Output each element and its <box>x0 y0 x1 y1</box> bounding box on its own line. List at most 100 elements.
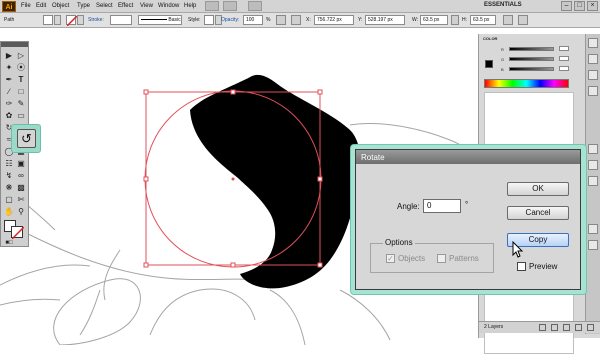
patterns-checkbox[interactable] <box>437 254 446 263</box>
align-button[interactable] <box>276 15 286 25</box>
workspace-switcher[interactable]: ESSENTIALS <box>484 2 522 8</box>
dock-brushes-icon[interactable] <box>588 70 598 80</box>
direct-selection-tool-icon[interactable]: ▷ <box>15 50 27 61</box>
lasso-tool-icon[interactable]: ⦿ <box>15 62 27 73</box>
constrain-proportions-icon[interactable] <box>451 15 459 25</box>
paintbrush-tool-icon[interactable]: ✑ <box>3 98 15 109</box>
new-layer-icon[interactable] <box>575 324 582 331</box>
screen-mode-button[interactable] <box>248 1 262 11</box>
magic-wand-tool-icon[interactable]: ✦ <box>3 62 15 73</box>
menu-edit[interactable]: Edit <box>36 2 46 10</box>
menu-window[interactable]: Window <box>158 2 179 10</box>
delete-layer-icon[interactable] <box>587 324 594 331</box>
pen-tool-icon[interactable]: ✒ <box>3 74 15 85</box>
pencil-tool-icon[interactable]: ✎ <box>15 98 27 109</box>
menu-effect[interactable]: Effect <box>118 2 133 10</box>
tools-panel-grip[interactable] <box>1 42 28 47</box>
line-tool-icon[interactable]: ∕ <box>3 86 15 97</box>
menu-object[interactable]: Object <box>52 2 69 10</box>
b-value-field[interactable] <box>559 66 569 71</box>
hand-tool-icon[interactable]: ✋ <box>3 206 15 217</box>
angle-unit: ° <box>465 200 469 209</box>
dock-swatches-icon[interactable] <box>588 54 598 64</box>
gradient-tool-icon[interactable]: ▣ <box>15 158 27 169</box>
x-field[interactable]: 756.722 px <box>314 15 354 25</box>
new-sublayer-icon[interactable] <box>563 324 570 331</box>
type-tool-icon[interactable]: T <box>15 74 27 85</box>
selection-type-label: Path <box>4 17 15 23</box>
dock-layers-icon[interactable] <box>588 240 598 250</box>
g-value-field[interactable] <box>559 56 569 61</box>
eraser-tool-icon[interactable]: ▭ <box>15 110 27 121</box>
dock-appearance-icon[interactable] <box>588 224 598 234</box>
column-graph-tool-icon[interactable]: ▩ <box>15 182 27 193</box>
opacity-label[interactable]: Opacity: <box>221 16 239 25</box>
y-field[interactable]: 528.197 px <box>365 15 405 25</box>
stroke-label[interactable]: Stroke: <box>88 16 104 25</box>
g-slider[interactable] <box>509 57 554 61</box>
dock-symbols-icon[interactable] <box>588 86 598 96</box>
dialog-titlebar[interactable]: Rotate <box>356 150 580 164</box>
brush-definition-field[interactable]: Basic <box>138 15 182 25</box>
mesh-tool-icon[interactable]: ☷ <box>3 158 15 169</box>
artboard-tool-icon[interactable]: ▢ <box>3 194 15 205</box>
color-panel-tab[interactable]: COLOR <box>483 36 497 41</box>
minimize-button[interactable]: – <box>561 1 572 11</box>
zoom-tool-icon[interactable]: ⚲ <box>15 206 27 217</box>
arrange-documents-button[interactable] <box>223 1 237 11</box>
isolate-button[interactable] <box>518 15 528 25</box>
color-spectrum[interactable] <box>484 79 569 88</box>
stroke-color-dropdown[interactable] <box>77 15 84 25</box>
blob-brush-tool-icon[interactable]: ✿ <box>3 110 15 121</box>
w-field[interactable]: 63.5 px <box>420 15 448 25</box>
bridge-button[interactable] <box>205 1 219 11</box>
eyedropper-tool-icon[interactable]: ↯ <box>3 170 15 181</box>
dock-color-icon[interactable] <box>588 38 598 48</box>
dialog-title: Rotate <box>361 153 385 162</box>
blend-tool-icon[interactable]: ∞ <box>15 170 27 181</box>
close-button[interactable]: × <box>587 1 598 11</box>
none-swatch-icon <box>66 15 78 27</box>
menu-file[interactable]: File <box>21 2 31 10</box>
angle-input[interactable]: 0 <box>423 199 461 213</box>
selection-tool-icon[interactable]: ▶ <box>3 50 15 61</box>
graphic-style-swatch[interactable] <box>204 15 214 25</box>
rectangle-tool-icon[interactable]: □ <box>15 86 27 97</box>
current-color-swatch[interactable] <box>485 60 493 68</box>
transform-button[interactable] <box>503 15 513 25</box>
drawing-mode-icon[interactable]: ■□ <box>3 238 15 249</box>
w-label: W: <box>412 17 419 23</box>
dock-stroke-icon[interactable] <box>588 144 598 154</box>
h-field[interactable]: 63.5 px <box>470 15 496 25</box>
reference-point-icon[interactable] <box>291 15 301 25</box>
menu-select[interactable]: Select <box>96 2 113 10</box>
menu-view[interactable]: View <box>140 2 153 10</box>
menu-type[interactable]: Type <box>77 2 90 10</box>
stroke-weight-field[interactable] <box>110 15 132 25</box>
r-value-field[interactable] <box>559 46 569 51</box>
make-clipping-mask-icon[interactable] <box>551 324 558 331</box>
preview-checkbox[interactable] <box>517 262 526 271</box>
style-label: Style: <box>188 17 201 23</box>
slice-tool-icon[interactable]: ✄ <box>15 194 27 205</box>
r-slider[interactable] <box>509 47 554 51</box>
fill-dropdown[interactable] <box>54 15 61 25</box>
dock-gradient-icon[interactable] <box>588 160 598 170</box>
b-channel-label: B <box>501 67 504 72</box>
dock-transparency-icon[interactable] <box>588 176 598 186</box>
stroke-preview-line <box>141 19 167 21</box>
ok-button[interactable]: OK <box>507 182 569 196</box>
symbol-sprayer-tool-icon[interactable]: ❋ <box>3 182 15 193</box>
patterns-label: Patterns <box>449 254 479 263</box>
opacity-field[interactable]: 100 <box>243 15 263 25</box>
cancel-button[interactable]: Cancel <box>507 206 569 220</box>
locate-object-icon[interactable] <box>539 324 546 331</box>
b-slider[interactable] <box>509 67 554 71</box>
menu-help[interactable]: Help <box>184 2 196 10</box>
fill-swatch[interactable] <box>43 15 53 25</box>
stroke-swatch[interactable] <box>66 15 78 27</box>
maximize-button[interactable]: □ <box>574 1 585 11</box>
rotate-tool-icon[interactable]: ↺ <box>17 129 36 148</box>
objects-checkbox[interactable]: ✓ <box>386 254 395 263</box>
stroke-color-box[interactable] <box>11 226 25 240</box>
